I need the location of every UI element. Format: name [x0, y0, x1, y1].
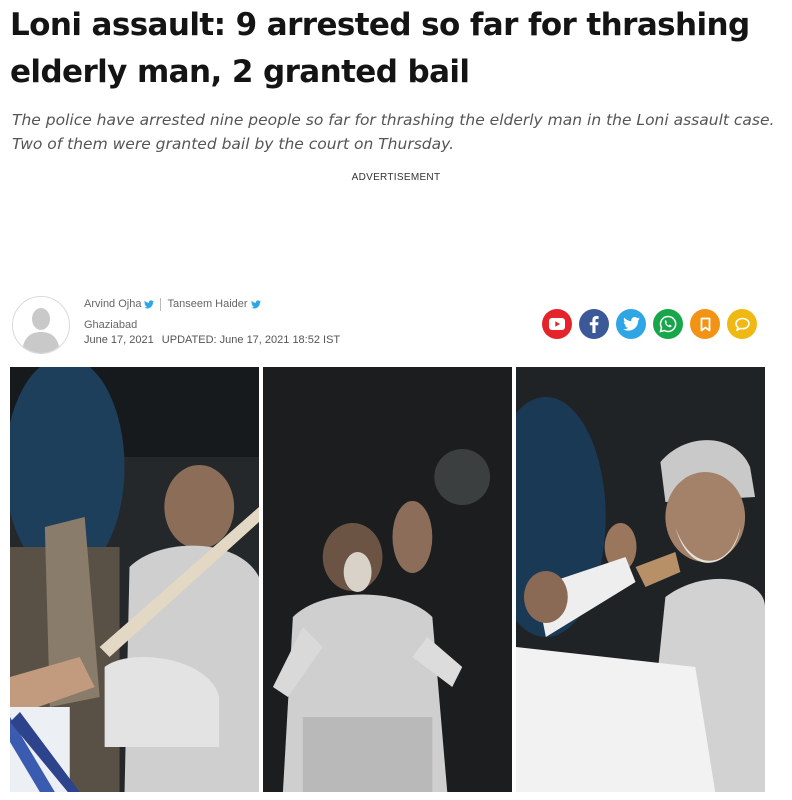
bookmark-icon: [700, 317, 710, 331]
author-list: Arvind Ojha Tanseem Haider: [84, 297, 340, 311]
bookmark-button[interactable]: [690, 309, 720, 339]
whatsapp-icon: [659, 315, 677, 333]
twitter-icon[interactable]: [250, 299, 261, 309]
article-lead-image[interactable]: [10, 367, 765, 792]
twitter-icon: [622, 317, 640, 331]
video-still-left: [10, 367, 259, 792]
share-bar: [542, 309, 757, 339]
byline: Arvind Ojha Tanseem Haider Ghaziabad Jun…: [84, 297, 340, 346]
assault-scene-image: [10, 367, 259, 792]
user-placeholder-icon: [13, 297, 69, 353]
article-summary: The police have arrested nine people so …: [12, 111, 775, 153]
author-avatar[interactable]: [12, 296, 70, 354]
facebook-icon: [589, 315, 599, 333]
video-still-right: [516, 367, 765, 792]
author-name[interactable]: Tanseem Haider: [167, 298, 247, 310]
whatsapp-button[interactable]: [653, 309, 683, 339]
advertisement-label: ADVERTISEMENT: [351, 172, 441, 183]
youtube-button[interactable]: [542, 309, 572, 339]
publish-dates: June 17, 2021 UPDATED: June 17, 2021 18:…: [84, 334, 340, 346]
author-name[interactable]: Arvind Ojha: [84, 298, 141, 310]
video-still-middle: [263, 367, 512, 792]
updated-date: UPDATED: June 17, 2021 18:52 IST: [161, 334, 341, 346]
facebook-button[interactable]: [579, 309, 609, 339]
comment-icon: [734, 317, 750, 331]
twitter-share-button[interactable]: [616, 309, 646, 339]
author-separator: [160, 297, 162, 311]
article-headline: Loni assault: 9 arrested so far for thra…: [10, 7, 750, 90]
youtube-icon: [549, 318, 565, 330]
assault-scene-image: [263, 367, 512, 792]
comment-button[interactable]: [727, 309, 757, 339]
assault-scene-image: [516, 367, 765, 792]
twitter-icon[interactable]: [144, 299, 155, 309]
published-date: June 17, 2021: [84, 334, 154, 346]
dateline-location: Ghaziabad: [84, 319, 138, 331]
